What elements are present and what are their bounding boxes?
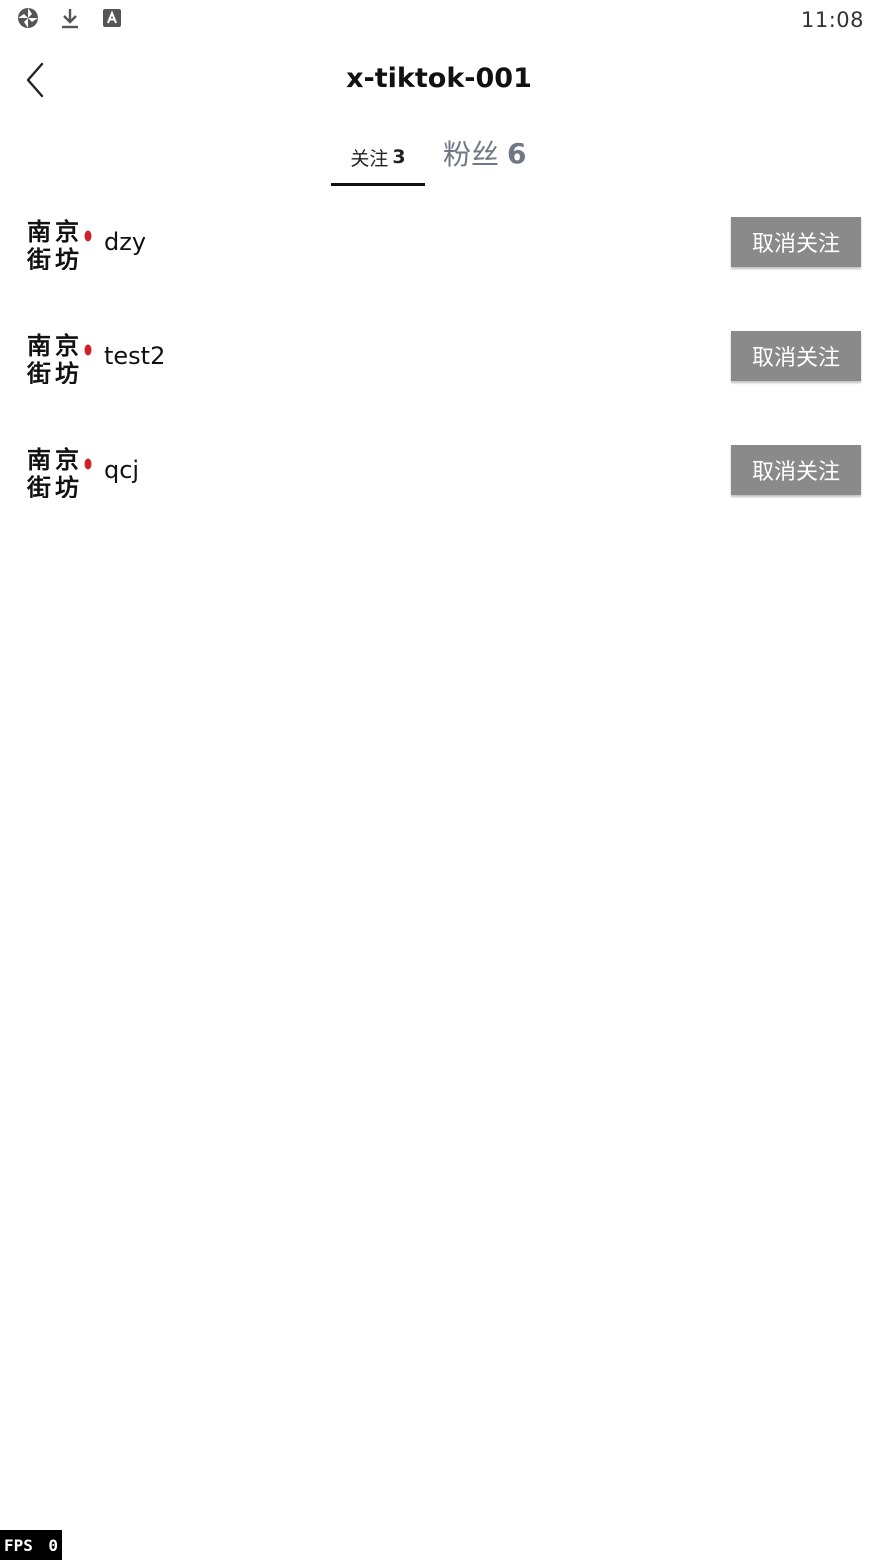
- list-item[interactable]: 南 京 街 坊 test2 取消关注: [0, 314, 878, 428]
- avatar-char: 街: [26, 359, 51, 384]
- status-bar: 11:08: [0, 0, 878, 42]
- fps-counter: FPS 0: [0, 1530, 62, 1560]
- avatar-char: 坊: [55, 359, 79, 384]
- sync-icon: [18, 8, 38, 28]
- avatar[interactable]: 南 京 街 坊: [25, 216, 93, 270]
- fps-value: 0: [48, 1535, 58, 1555]
- avatar-char: 坊: [55, 473, 79, 498]
- avatar-seal: [84, 344, 92, 356]
- following-list: 南 京 街 坊 dzy 取消关注 南 京 街 坊 test2 取消关注 南 京 …: [0, 200, 878, 542]
- list-item[interactable]: 南 京 街 坊 dzy 取消关注: [0, 200, 878, 314]
- tab-following-label: 关注: [350, 147, 389, 170]
- status-time: 11:08: [800, 8, 864, 32]
- avatar[interactable]: 南 京 街 坊: [25, 330, 93, 384]
- status-icons: [16, 6, 124, 30]
- username[interactable]: test2: [104, 342, 165, 370]
- username[interactable]: qcj: [104, 456, 139, 484]
- page-title: x-tiktok-001: [346, 63, 532, 94]
- unfollow-button[interactable]: 取消关注: [731, 445, 861, 495]
- unfollow-button[interactable]: 取消关注: [731, 217, 861, 267]
- avatar-char: 京: [55, 445, 79, 474]
- keyboard-a-icon: [103, 9, 121, 27]
- avatar-seal: [84, 458, 92, 470]
- avatar-char: 南: [27, 217, 51, 246]
- tab-following-count: 3: [392, 146, 406, 168]
- unfollow-button[interactable]: 取消关注: [731, 331, 861, 381]
- tab-fans[interactable]: 粉丝 6: [443, 124, 527, 186]
- tab-following[interactable]: 关注 3: [331, 128, 425, 186]
- avatar-char: 街: [26, 245, 51, 270]
- username[interactable]: dzy: [104, 228, 146, 256]
- header: x-tiktok-001: [0, 50, 878, 114]
- download-icon: [62, 9, 78, 29]
- tab-active-indicator: [331, 183, 425, 186]
- tab-fans-count: 6: [507, 136, 527, 170]
- avatar-char: 南: [27, 331, 51, 360]
- avatar-char: 京: [55, 331, 79, 360]
- avatar-seal: [84, 230, 92, 242]
- avatar-char: 街: [26, 473, 51, 498]
- avatar-char: 京: [55, 217, 79, 246]
- fps-label: FPS: [4, 1535, 33, 1555]
- avatar-char: 南: [27, 445, 51, 474]
- tabs: 关注 3 粉丝 6: [331, 128, 527, 186]
- avatar[interactable]: 南 京 街 坊: [25, 444, 93, 498]
- tab-fans-label: 粉丝: [443, 138, 500, 171]
- avatar-char: 坊: [55, 245, 79, 270]
- list-item[interactable]: 南 京 街 坊 qcj 取消关注: [0, 428, 878, 542]
